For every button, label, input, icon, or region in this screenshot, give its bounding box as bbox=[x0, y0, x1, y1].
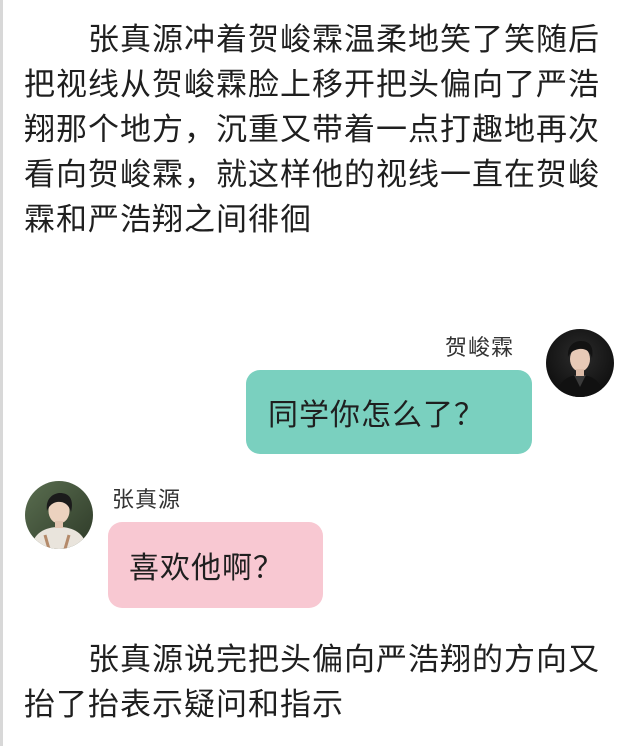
narration-paragraph-top: 张真源冲着贺峻霖温柔地笑了笑随后把视线从贺峻霖脸上移开把头偏向了严浩翔那个地方，… bbox=[24, 22, 600, 238]
avatar-he-junlin[interactable] bbox=[546, 329, 614, 397]
message-sender-name: 张真源 bbox=[112, 488, 182, 513]
message-text: 喜欢他啊？ bbox=[129, 551, 284, 586]
avatar-zhang-zhenyuan[interactable] bbox=[25, 481, 93, 549]
page-edge-divider bbox=[0, 0, 3, 746]
message-bubble-outgoing[interactable]: 同学你怎么了？ bbox=[246, 370, 532, 454]
message-sender-name: 贺峻霖 bbox=[445, 336, 515, 361]
narration-paragraph-bottom: 张真源说完把头偏向严浩翔的方向又抬了抬表示疑问和指示 bbox=[24, 642, 600, 723]
message-bubble-incoming[interactable]: 喜欢他啊？ bbox=[108, 522, 323, 608]
message-text: 同学你怎么了？ bbox=[268, 398, 485, 433]
avatar-portrait-image bbox=[25, 481, 93, 549]
avatar-portrait-image bbox=[546, 329, 614, 397]
